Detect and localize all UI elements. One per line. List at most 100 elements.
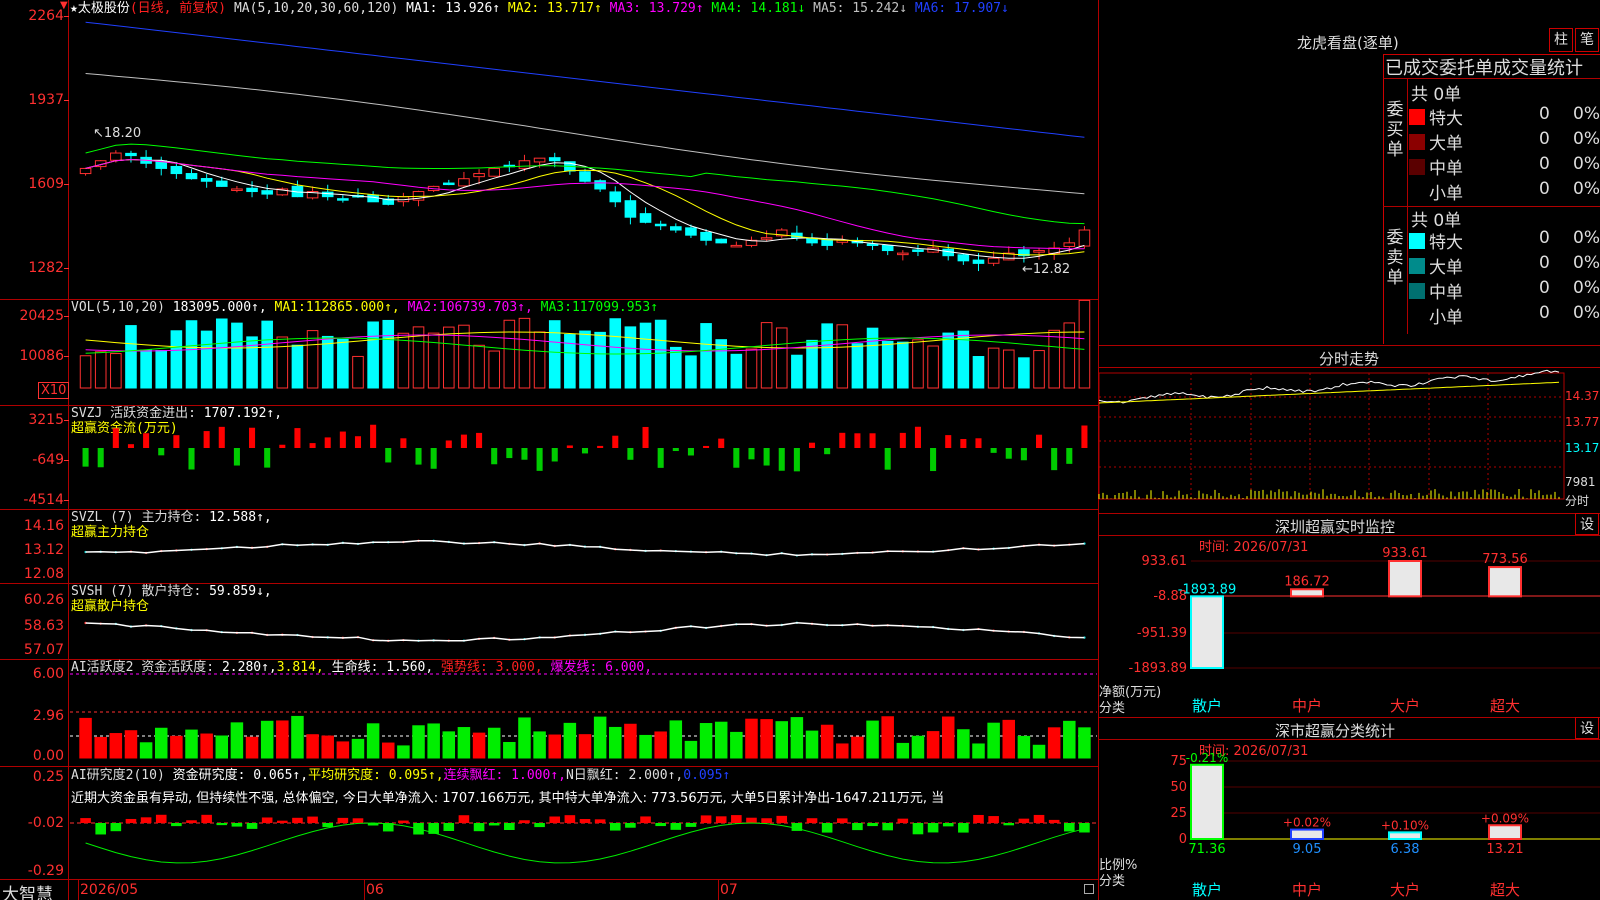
volume-bar xyxy=(427,332,440,389)
bar-view-button[interactable]: 柱 xyxy=(1549,28,1573,52)
fund-flow-bar xyxy=(430,448,437,469)
volume-bar xyxy=(851,343,864,389)
fund-flow-bar xyxy=(914,426,921,448)
fund-flow-chart[interactable] xyxy=(0,406,1098,509)
activity-bar xyxy=(124,730,138,759)
research-bar xyxy=(1018,818,1030,823)
volume-bar xyxy=(382,319,395,389)
research-bar xyxy=(458,815,470,823)
volume-bar xyxy=(442,326,455,389)
main-kline-panel[interactable]: ★太极股份(日线, 前复权) MA(5,10,20,30,60,120) MA1… xyxy=(0,0,1098,299)
volume-bar xyxy=(79,355,92,389)
research-bar xyxy=(609,823,621,831)
research-bar xyxy=(246,823,258,829)
candle xyxy=(488,167,500,177)
volume-bar xyxy=(624,326,637,389)
activity-bar xyxy=(851,736,864,759)
fund-flow-bar xyxy=(460,434,467,448)
activity-bar xyxy=(321,735,334,759)
volume-bar xyxy=(1002,349,1015,389)
candle xyxy=(473,173,485,178)
sz-monitor-panel[interactable]: 深圳超赢实时监控 设 时间: 2026/07/31 净额(万元) 分类 933.… xyxy=(1099,513,1600,717)
minute-chart[interactable] xyxy=(1098,345,1600,513)
candle xyxy=(912,249,924,252)
fund-flow-bar xyxy=(884,448,891,470)
svzl-panel[interactable]: SVZL (7) 主力持仓: 12.588↑, 超赢主力持仓 14.16 13.… xyxy=(0,510,1098,583)
svsh-panel[interactable]: SVSH (7) 散户持仓: 59.859↓, 超赢散户持仓 60.26 58.… xyxy=(0,584,1098,659)
research-chart[interactable] xyxy=(0,767,1098,879)
ai-research-panel[interactable]: AI研究度2(10) 资金研究度: 0.065↑,平均研究度: 0.095↑,连… xyxy=(0,767,1098,879)
research-bar xyxy=(519,820,530,823)
fund-flow-bar xyxy=(1081,425,1088,448)
activity-bar xyxy=(805,730,819,759)
volume-panel[interactable]: VOL(5,10,20) 183095.000↑, MA1:112865.000… xyxy=(0,299,1098,405)
main-holding-chart[interactable] xyxy=(0,510,1098,583)
order-count: 0 xyxy=(1539,253,1550,273)
category-label: 超大 xyxy=(1490,697,1520,715)
dragon-tiger-panel[interactable]: 龙虎看盘(逐单) 柱 笔 已成交委托单成交量统计 委买单 委卖单 共 0单 共 … xyxy=(1099,0,1600,345)
activity-bar xyxy=(684,740,698,759)
order-count: 0 xyxy=(1539,104,1550,124)
minute-trend-panel[interactable]: 分时走势 14.37 13.77 13.17 7981 分时 xyxy=(1098,345,1600,513)
svzj-panel[interactable]: SVZJ 活跃资金进出: 1707.192↑, 超赢资金流(万元) 3215 -… xyxy=(0,406,1098,509)
tick-view-button[interactable]: 笔 xyxy=(1575,28,1599,52)
candle xyxy=(639,213,652,223)
volume-bar xyxy=(1063,322,1076,389)
ratio-bar xyxy=(1190,763,1224,840)
research-bar xyxy=(897,818,909,823)
research-bar xyxy=(1064,823,1075,832)
research-bar xyxy=(1033,814,1045,823)
volume-chart[interactable] xyxy=(0,299,1098,405)
activity-bar xyxy=(926,731,940,759)
lock-icon[interactable] xyxy=(1084,884,1094,894)
volume-bar xyxy=(548,320,561,389)
fund-flow-bar xyxy=(82,448,89,467)
fund-flow-bar xyxy=(97,448,104,468)
net-amount-bar xyxy=(1488,566,1522,598)
fund-flow-bar xyxy=(642,426,649,448)
volume-bar xyxy=(881,340,894,389)
sz-monitor-chart[interactable]: 933.61-8.88-951.39-1893.89-1893.89散户186.… xyxy=(1099,513,1600,717)
activity-chart[interactable] xyxy=(0,660,1098,766)
candle xyxy=(624,200,637,218)
volume-bar xyxy=(231,322,243,389)
volume-bar xyxy=(821,323,833,389)
activity-bar xyxy=(563,722,577,759)
fund-flow-bar xyxy=(249,427,256,448)
research-bar xyxy=(337,817,349,823)
volume-bar xyxy=(700,323,712,389)
fund-flow-bar xyxy=(476,432,483,448)
candle xyxy=(79,167,92,175)
volume-bar xyxy=(94,351,107,389)
retail-holding-chart[interactable] xyxy=(0,584,1098,659)
date-axis[interactable]: 大智慧 2026/05 06 07 xyxy=(0,880,1098,900)
volume-bar xyxy=(639,322,652,389)
order-pct: 0% xyxy=(1573,104,1600,124)
sz-class-chart[interactable]: 75 50 25 0 -0.21% 71.36 散户 +0.02% 9.05 中户 +0.10% 6.… xyxy=(1099,717,1600,900)
candle xyxy=(987,257,1000,264)
sz-class-panel[interactable]: 深市超赢分类统计 设 时间: 2026/07/31 比例% 分类 75 50 25 0… xyxy=(1099,717,1600,900)
fund-flow-bar xyxy=(612,435,619,448)
volume-bar xyxy=(927,345,939,389)
activity-bar xyxy=(412,725,425,759)
fund-flow-bar xyxy=(143,433,150,448)
bar-value-label: 13.21 xyxy=(1486,842,1523,857)
volume-bar xyxy=(458,324,470,389)
research-bar xyxy=(640,816,651,823)
research-bar xyxy=(821,823,833,833)
candle xyxy=(700,231,712,241)
activity-bar xyxy=(1032,744,1046,759)
net-amount-bar xyxy=(1190,595,1224,669)
candle xyxy=(730,244,743,248)
holding-line xyxy=(85,622,1085,642)
dragon-header: 已成交委托单成交量统计 xyxy=(1385,58,1583,79)
research-bar xyxy=(806,818,818,823)
ai-active-panel[interactable]: AI活跃度2 资金活跃度: 2.280↑,3.814, 生命线: 1.560, … xyxy=(0,660,1098,766)
volume-bar xyxy=(337,338,349,389)
dragon-title: 龙虎看盘(逐单) xyxy=(1297,34,1399,52)
kline-chart[interactable] xyxy=(0,0,1098,299)
research-bar xyxy=(216,823,228,826)
research-bar xyxy=(473,823,485,832)
activity-bar xyxy=(351,738,365,759)
volume-bar xyxy=(246,336,258,389)
